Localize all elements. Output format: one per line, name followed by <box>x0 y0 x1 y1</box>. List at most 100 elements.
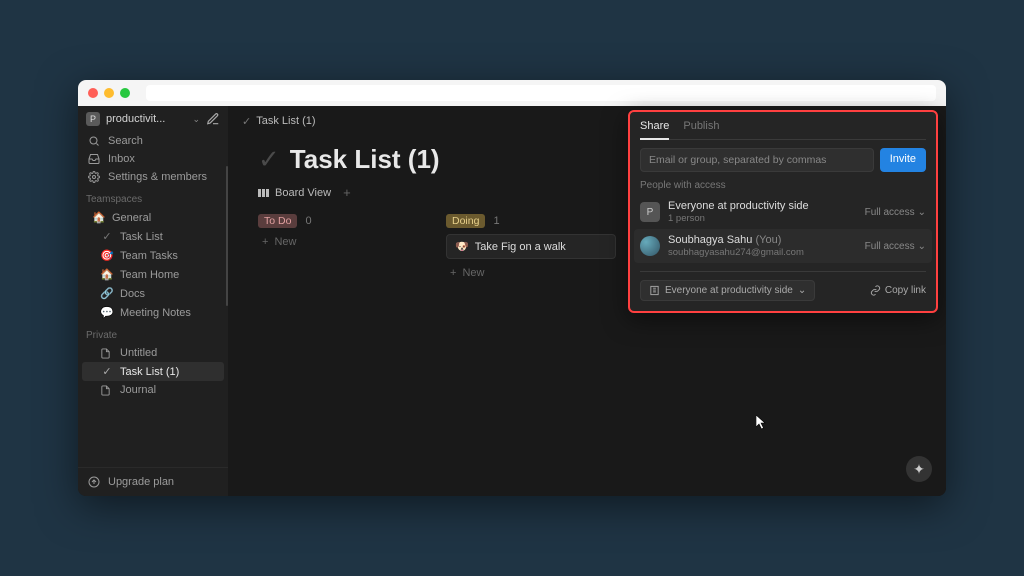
sidebar-page-untitled[interactable]: Untitled <box>82 344 224 362</box>
sidebar: P productivit... ⌄ Search Inbox Settings… <box>78 106 228 496</box>
upgrade-label: Upgrade plan <box>108 476 174 488</box>
tab-publish[interactable]: Publish <box>683 120 719 139</box>
add-card-label: New <box>274 236 296 248</box>
column-count: 1 <box>493 215 499 227</box>
sidebar-item-label: Team Tasks <box>120 250 178 262</box>
compose-icon[interactable] <box>206 112 220 126</box>
people-with-access-label: People with access <box>640 180 926 191</box>
workspace-badge: P <box>86 112 100 126</box>
section-private: Private <box>78 322 228 344</box>
workspace-switcher[interactable]: P productivit... ⌄ <box>78 106 228 132</box>
target-icon: 🎯 <box>100 249 114 262</box>
access-sub: 1 person <box>668 213 809 224</box>
avatar: P <box>640 202 660 222</box>
main-content: ✓ Task List (1) Share ••• ✓ Task List (1… <box>228 106 946 496</box>
avatar <box>640 236 660 256</box>
tab-share[interactable]: Share <box>640 120 669 140</box>
share-footer: Everyone at productivity side ⌄ Copy lin… <box>640 271 926 301</box>
add-card-button[interactable]: + New <box>446 265 616 281</box>
sidebar-item-label: Untitled <box>120 347 157 359</box>
add-card-label: New <box>462 267 484 279</box>
sidebar-inbox[interactable]: Inbox <box>78 150 228 168</box>
sidebar-inbox-label: Inbox <box>108 153 135 165</box>
page-icon <box>100 385 114 396</box>
sidebar-settings-label: Settings & members <box>108 171 207 183</box>
plus-icon: + <box>450 267 456 279</box>
access-role-dropdown[interactable]: Full access ⌄ <box>865 207 926 218</box>
home-icon: 🏠 <box>100 268 114 281</box>
add-card-button[interactable]: + New <box>258 234 428 250</box>
invite-button[interactable]: Invite <box>880 148 926 172</box>
app-window: P productivit... ⌄ Search Inbox Settings… <box>78 80 946 496</box>
breadcrumb-label: Task List (1) <box>256 115 315 127</box>
access-role-label: Full access <box>865 207 915 218</box>
column-header[interactable]: Doing 1 <box>446 214 616 228</box>
sidebar-page-task-list-1[interactable]: ✓ Task List (1) <box>82 362 224 381</box>
column-tag: Doing <box>446 214 485 228</box>
access-name: Everyone at productivity side <box>668 200 809 213</box>
window-minimize-icon[interactable] <box>104 88 114 98</box>
board-view-tab[interactable]: Board View <box>275 187 331 199</box>
share-scope-dropdown[interactable]: Everyone at productivity side ⌄ <box>640 280 815 301</box>
sidebar-settings[interactable]: Settings & members <box>78 168 228 186</box>
invite-row: Email or group, separated by commas Invi… <box>640 148 926 172</box>
sidebar-page-task-list[interactable]: ✓ Task List <box>82 227 224 246</box>
access-role-dropdown[interactable]: Full access ⌄ <box>865 241 926 252</box>
app-body: P productivit... ⌄ Search Inbox Settings… <box>78 106 946 496</box>
access-row-user[interactable]: Soubhagya Sahu (You) soubhagyasahu274@gm… <box>634 229 932 263</box>
sidebar-page-team-tasks[interactable]: 🎯 Team Tasks <box>82 246 224 265</box>
window-titlebar <box>78 80 946 106</box>
window-maximize-icon[interactable] <box>120 88 130 98</box>
access-row-workspace[interactable]: P Everyone at productivity side 1 person… <box>640 195 926 229</box>
sidebar-teamspace-general[interactable]: 🏠 General <box>82 208 224 227</box>
search-icon <box>88 135 100 147</box>
breadcrumb[interactable]: ✓ Task List (1) <box>242 115 316 128</box>
section-teamspaces: Teamspaces <box>78 186 228 208</box>
invite-input[interactable]: Email or group, separated by commas <box>640 148 874 172</box>
check-icon: ✓ <box>100 365 114 378</box>
window-close-icon[interactable] <box>88 88 98 98</box>
copy-link-button[interactable]: Copy link <box>870 285 926 296</box>
sparkle-icon: ✦ <box>913 461 925 478</box>
board-column-doing: Doing 1 🐶 Take Fig on a walk + New <box>446 214 616 281</box>
sidebar-page-journal[interactable]: Journal <box>82 381 224 399</box>
access-role-label: Full access <box>865 241 915 252</box>
card-title: Take Fig on a walk <box>475 241 566 253</box>
sidebar-item-label: General <box>112 212 151 224</box>
url-bar[interactable] <box>146 85 936 101</box>
chevron-down-icon: ⌄ <box>918 241 926 252</box>
sidebar-page-docs[interactable]: 🔗 Docs <box>82 284 224 303</box>
sidebar-search[interactable]: Search <box>78 132 228 150</box>
share-tabs: Share Publish <box>640 120 926 140</box>
check-icon: ✓ <box>242 115 251 128</box>
sidebar-item-label: Journal <box>120 384 156 396</box>
gear-icon <box>88 171 100 183</box>
plus-icon: + <box>262 236 268 248</box>
sidebar-page-meeting-notes[interactable]: 💬 Meeting Notes <box>82 303 224 322</box>
building-icon <box>649 285 660 296</box>
column-header[interactable]: To Do 0 <box>258 214 428 228</box>
copy-link-label: Copy link <box>885 285 926 296</box>
share-scope-label: Everyone at productivity side <box>665 285 793 296</box>
page-check-icon: ✓ <box>258 144 280 175</box>
board-card[interactable]: 🐶 Take Fig on a walk <box>446 234 616 259</box>
sidebar-page-team-home[interactable]: 🏠 Team Home <box>82 265 224 284</box>
ai-fab-button[interactable]: ✦ <box>906 456 932 482</box>
column-tag: To Do <box>258 214 297 228</box>
access-name: Soubhagya Sahu (You) <box>668 234 804 247</box>
sidebar-item-label: Docs <box>120 288 145 300</box>
column-count: 0 <box>305 215 311 227</box>
home-icon: 🏠 <box>92 211 106 224</box>
sidebar-item-label: Task List (1) <box>120 366 179 378</box>
upgrade-plan-button[interactable]: Upgrade plan <box>78 467 228 496</box>
add-view-button[interactable]: + <box>343 185 351 200</box>
upgrade-icon <box>88 476 100 488</box>
page-title[interactable]: Task List (1) <box>290 144 440 175</box>
access-sub: soubhagyasahu274@gmail.com <box>668 247 804 258</box>
inbox-icon <box>88 153 100 165</box>
page-icon <box>100 348 114 359</box>
board-view-icon <box>258 189 269 197</box>
share-popover: Share Publish Email or group, separated … <box>628 110 938 313</box>
sidebar-item-label: Meeting Notes <box>120 307 191 319</box>
chevron-down-icon: ⌄ <box>918 207 926 218</box>
